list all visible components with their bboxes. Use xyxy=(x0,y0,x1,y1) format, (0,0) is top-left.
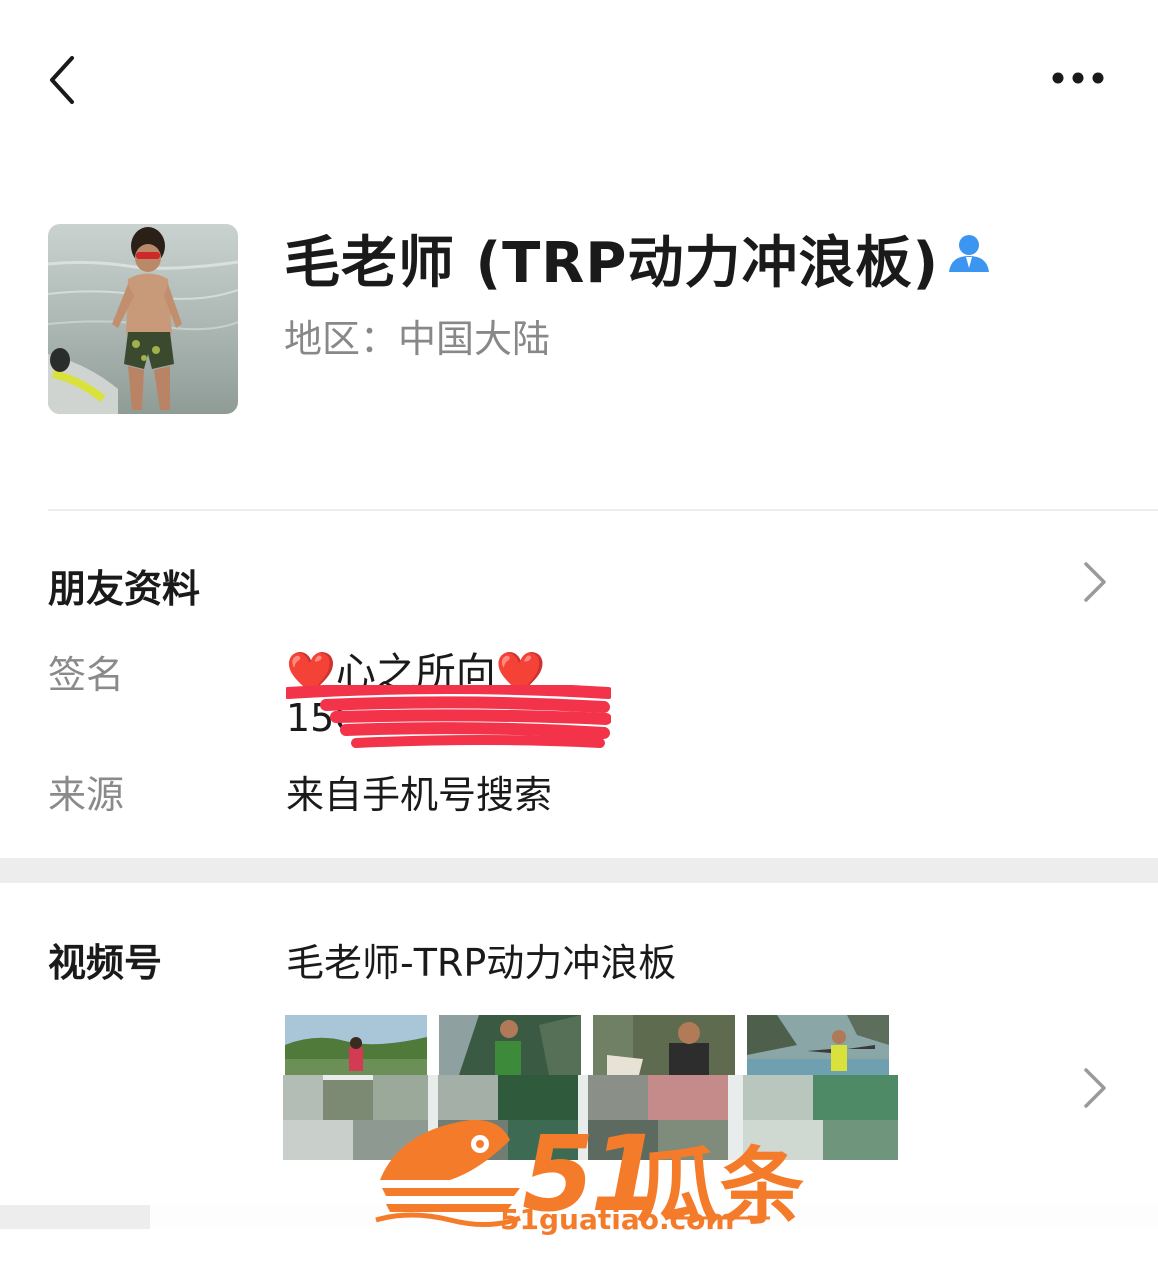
watermark-url: 51guatiao.com xyxy=(500,1203,735,1236)
more-button[interactable] xyxy=(1045,60,1115,96)
avatar-image xyxy=(48,224,238,414)
signature-label: 签名 xyxy=(48,653,125,697)
section-separator xyxy=(0,858,1158,883)
divider xyxy=(48,509,1158,511)
ellipsis-icon xyxy=(1052,72,1104,84)
region-text: 地区：中国大陆 xyxy=(284,317,551,361)
channel-name[interactable]: 毛老师-TRP动力冲浪板 xyxy=(286,932,676,987)
source-label: 来源 xyxy=(48,773,125,817)
chevron-left-icon xyxy=(50,56,74,104)
back-button[interactable] xyxy=(40,50,90,110)
video-thumbnail[interactable] xyxy=(747,1015,889,1075)
video-thumbnail[interactable] xyxy=(439,1015,581,1075)
person-icon xyxy=(946,232,992,274)
channels-chevron-icon[interactable] xyxy=(1080,1066,1110,1110)
video-thumbnail[interactable] xyxy=(593,1015,735,1075)
redaction-scribble xyxy=(286,685,611,748)
contact-name: 毛老师 (TRP动力冲浪板) xyxy=(284,231,940,296)
video-thumbnail[interactable] xyxy=(285,1015,427,1075)
avatar[interactable] xyxy=(48,224,238,414)
friend-info-chevron-icon[interactable] xyxy=(1080,560,1110,604)
channels-title: 视频号 xyxy=(48,941,163,985)
source-value: 来自手机号搜索 xyxy=(286,773,553,817)
friend-info-title[interactable]: 朋友资料 xyxy=(48,558,200,613)
